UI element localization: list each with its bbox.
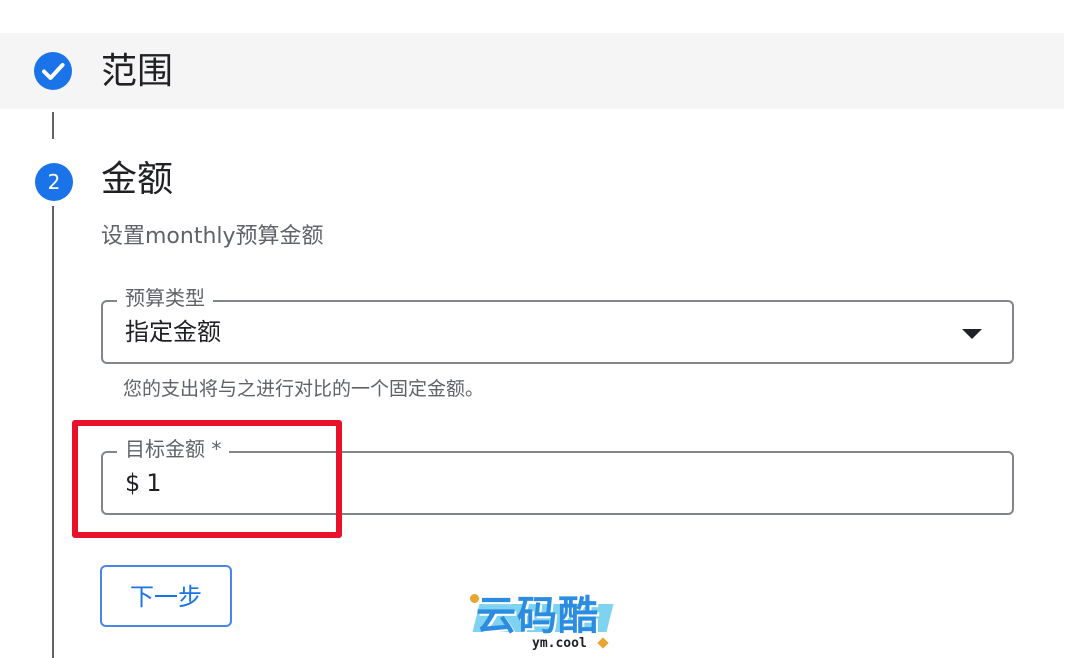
budget-type-label: 预算类型 <box>117 284 213 312</box>
target-amount-input[interactable]: $1 <box>125 466 162 500</box>
step-connector <box>52 112 54 139</box>
watermark-brand: 云码酷 <box>476 593 599 639</box>
step-2-subtitle: 设置monthly预算金额 <box>101 224 324 249</box>
step-2-connector <box>52 206 54 658</box>
dropdown-arrow-icon[interactable] <box>962 329 982 339</box>
step-2-title: 金额 <box>101 159 174 200</box>
next-button[interactable]: 下一步 <box>100 565 232 627</box>
target-amount-label: 目标金额 * <box>117 435 230 463</box>
target-amount-value: 1 <box>146 469 162 497</box>
watermark-diamond <box>597 637 609 649</box>
step-1-title: 范围 <box>101 51 174 92</box>
budget-type-helper-text: 您的支出将与之进行对比的一个固定金额。 <box>123 378 485 400</box>
currency-symbol: $ <box>125 469 141 497</box>
budget-type-select[interactable]: 预算类型 指定金额 <box>101 284 1014 364</box>
target-amount-field[interactable]: 目标金额 * $1 <box>101 435 1014 515</box>
watermark-logo: 云码酷 ym.cool <box>470 590 620 654</box>
watermark-domain: ym.cool <box>532 636 587 651</box>
check-icon <box>34 52 72 90</box>
step-2-number-badge: 2 <box>35 163 73 201</box>
budget-type-value: 指定金额 <box>125 318 221 346</box>
